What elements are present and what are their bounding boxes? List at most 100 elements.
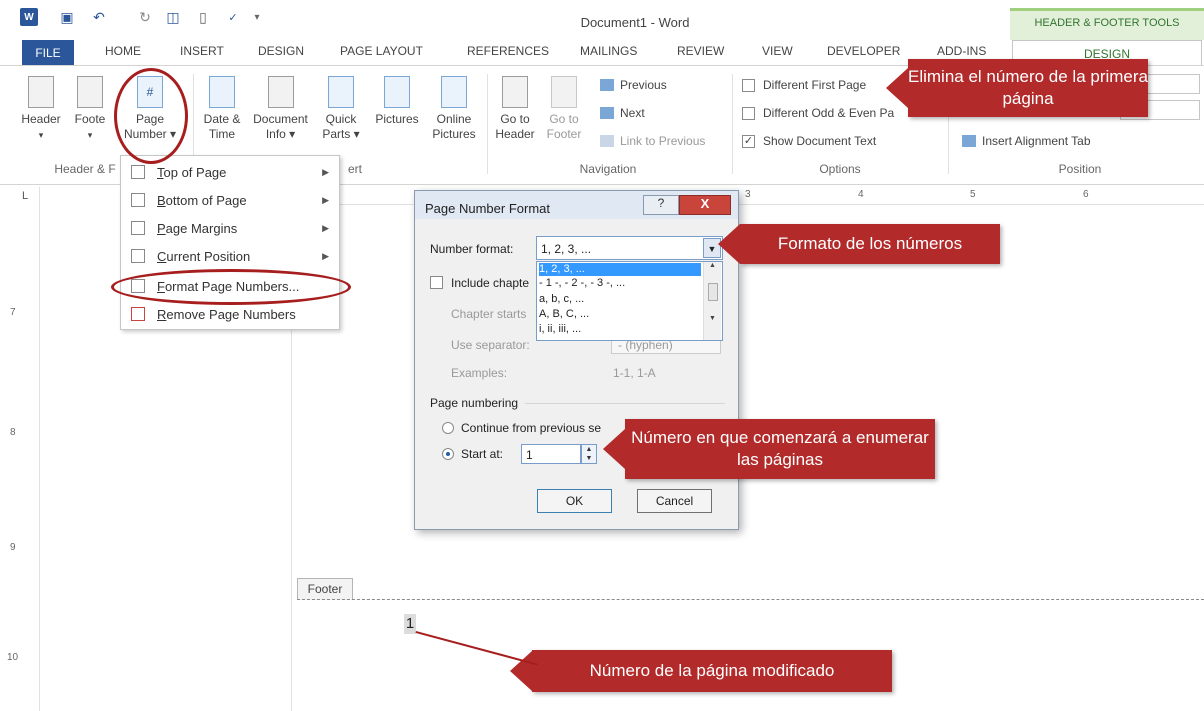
footer-label: Foote <box>74 112 106 126</box>
customize-qat-icon[interactable]: ▾ <box>252 8 262 26</box>
previous-button[interactable]: Previous <box>600 78 667 92</box>
redo-icon[interactable]: ↻ <box>136 8 154 26</box>
spinner-icon[interactable]: ▲ ▼ <box>581 444 597 464</box>
include-chapter-checkbox[interactable] <box>430 276 443 289</box>
callout-number-format: Formato de los números <box>718 224 1000 264</box>
window-title: Document1 - Word <box>580 15 690 30</box>
next-button[interactable]: Next <box>600 106 645 120</box>
different-odd-even-checkbox[interactable]: Different Odd & Even Pa <box>742 106 894 120</box>
list-item[interactable]: 1, 2, 3, ... <box>539 263 701 276</box>
document-info-button[interactable]: Document Info ▾ <box>248 76 313 142</box>
quick-parts-button[interactable]: Quick Parts ▾ <box>318 76 364 142</box>
footer-boundary <box>297 599 1204 600</box>
start-at-radio[interactable] <box>442 448 454 460</box>
continue-label: Continue from previous se <box>461 421 602 435</box>
include-chapter-label: Include chapte <box>451 276 530 290</box>
continue-radio[interactable] <box>442 422 454 434</box>
remove-icon <box>131 307 145 321</box>
highlight-ring <box>111 269 351 305</box>
date-time-label: Date & <box>203 112 241 126</box>
header-footer-tools-label: HEADER & FOOTER TOOLS <box>1010 8 1204 40</box>
highlight-ring <box>114 68 188 164</box>
link-icon <box>600 135 614 147</box>
go-to-header-label: Go to <box>500 112 530 126</box>
tab-file[interactable]: FILE <box>22 40 74 66</box>
help-button[interactable]: ? <box>643 195 679 215</box>
undo-icon[interactable]: ↶ <box>90 8 108 26</box>
ok-button[interactable]: OK <box>537 489 612 513</box>
page-number-field[interactable]: 1 <box>404 614 416 634</box>
print-preview-icon[interactable]: ◫ <box>164 8 182 26</box>
title-bar: W ▣ ↶ ↻ ◫ ▯ ✓ ▾ Document1 - Word HEADER … <box>0 0 1204 40</box>
header-button[interactable]: Header ▾ <box>16 76 66 143</box>
insert-alignment-tab-button[interactable]: Insert Alignment Tab <box>962 134 1091 148</box>
online-pictures-label: Online <box>436 112 472 126</box>
tab-view[interactable]: VIEW <box>762 44 793 58</box>
go-to-footer-button[interactable]: Go to Footer <box>542 76 586 142</box>
tab-page-layout[interactable]: PAGE LAYOUT <box>340 44 423 58</box>
footer-button[interactable]: Foote ▾ <box>70 76 110 143</box>
next-label: Next <box>620 106 645 120</box>
checkbox-box[interactable] <box>742 106 755 120</box>
date-time-label-2: Time <box>208 127 236 141</box>
link-to-previous-button[interactable]: Link to Previous <box>600 134 705 148</box>
spelling-icon[interactable]: ✓ <box>222 8 244 26</box>
list-item[interactable]: i, ii, iii, ... <box>539 323 701 336</box>
page-numbering-heading: Page numbering <box>430 396 519 410</box>
save-icon[interactable]: ▣ <box>58 8 76 26</box>
ruler-number: 10 <box>7 652 19 663</box>
footer-tab: Footer <box>297 578 353 600</box>
list-item[interactable]: A, B, C, ... <box>539 308 701 321</box>
date-time-button[interactable]: Date & Time <box>197 76 247 142</box>
callout-modified-number: Número de la página modificado <box>510 650 892 692</box>
page-margins-icon <box>131 221 145 235</box>
tab-design[interactable]: DESIGN <box>258 44 304 58</box>
number-format-list[interactable]: 1, 2, 3, ... - 1 -, - 2 -, - 3 -, ... a,… <box>536 261 723 341</box>
tab-home[interactable]: HOME <box>105 44 141 58</box>
header-footer-group-label: Header & F <box>54 162 116 176</box>
list-scrollbar[interactable]: ▲ ▼ <box>703 262 721 340</box>
menu-item-current-position[interactable]: Current Position ▶ <box>121 242 339 270</box>
callout-first-page: Elimina el número de la primera página <box>886 59 1148 117</box>
different-first-page-checkbox[interactable]: Different First Page <box>742 78 866 92</box>
tab-selector[interactable]: L <box>22 190 28 202</box>
quick-parts-label-2: Parts ▾ <box>322 127 360 141</box>
pictures-label: Pictures <box>375 112 419 126</box>
position-group-label: Position <box>1058 162 1102 176</box>
go-to-header-label-2: Header <box>495 127 535 141</box>
quick-parts-label: Quick <box>325 112 357 126</box>
menu-item-bottom-of-page[interactable]: Bottom of Page ▶ <box>121 186 339 214</box>
number-format-select[interactable]: 1, 2, 3, ... <box>536 236 723 260</box>
pictures-button[interactable]: Pictures <box>368 76 426 127</box>
start-at-input[interactable]: 1 <box>521 444 581 464</box>
calendar-icon <box>209 76 235 108</box>
previous-icon <box>600 79 614 91</box>
previous-label: Previous <box>620 78 667 92</box>
cancel-button[interactable]: Cancel <box>637 489 712 513</box>
tab-review[interactable]: REVIEW <box>677 44 724 58</box>
tab-insert[interactable]: INSERT <box>180 44 224 58</box>
show-document-text-checkbox[interactable]: ✓ Show Document Text <box>742 134 876 148</box>
show-document-text-label: Show Document Text <box>763 134 877 148</box>
online-pictures-button[interactable]: Online Pictures <box>428 76 480 142</box>
ruler-number: 7 <box>10 307 16 318</box>
tab-mailings[interactable]: MAILINGS <box>580 44 637 58</box>
footer-icon <box>77 76 103 108</box>
go-to-header-icon <box>502 76 528 108</box>
page-top-icon <box>131 165 145 179</box>
ruler-number: 5 <box>970 189 976 200</box>
tab-developer[interactable]: DEVELOPER <box>827 44 900 58</box>
list-item[interactable]: a, b, c, ... <box>539 293 701 306</box>
tab-references[interactable]: REFERENCES <box>467 44 549 58</box>
menu-item-page-margins[interactable]: Page Margins ▶ <box>121 214 339 242</box>
start-at-label: Start at: <box>461 447 504 461</box>
list-item[interactable]: - 1 -, - 2 -, - 3 -, ... <box>539 277 701 290</box>
new-document-icon[interactable]: ▯ <box>194 8 212 26</box>
checkmark-icon[interactable]: ✓ <box>742 134 755 148</box>
go-to-header-button[interactable]: Go to Header <box>492 76 538 142</box>
close-button[interactable]: X <box>679 195 731 215</box>
ruler-number: 6 <box>1083 189 1089 200</box>
online-pictures-label-2: Pictures <box>432 127 476 141</box>
checkbox-box[interactable] <box>742 78 755 92</box>
tab-add-ins[interactable]: ADD-INS <box>937 44 986 58</box>
